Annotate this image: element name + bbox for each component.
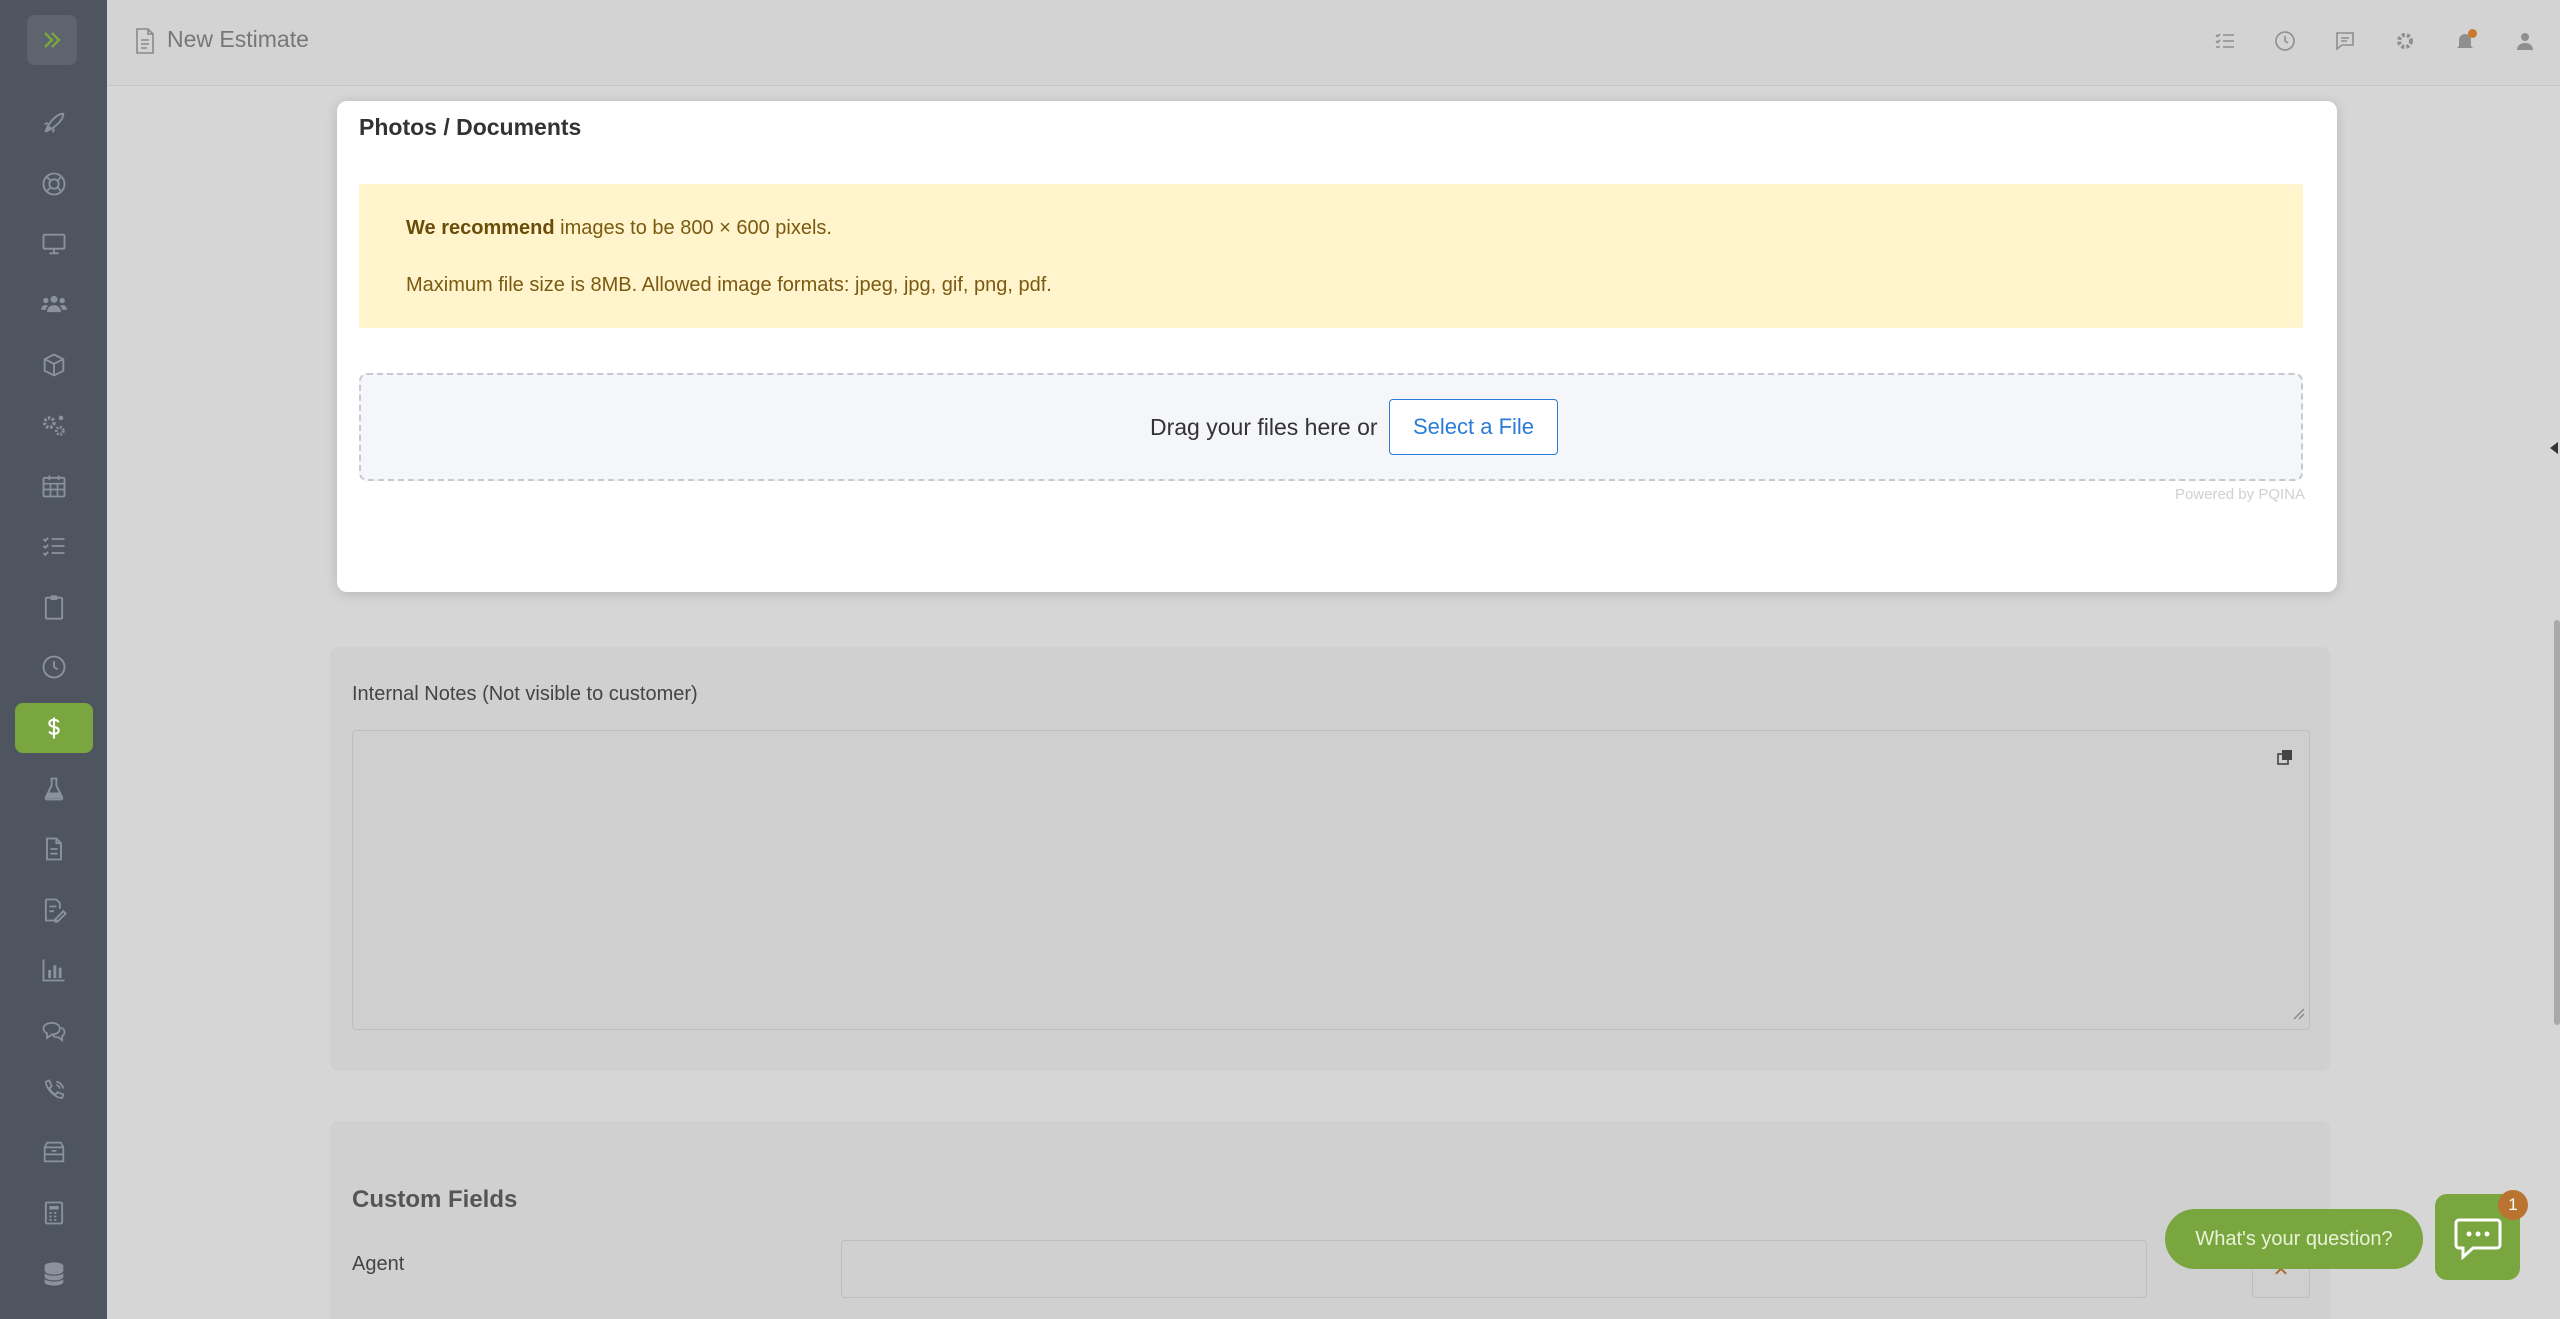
chat-unread-badge: 1 (2498, 1190, 2528, 1220)
sidebar-item-signature[interactable] (15, 885, 93, 935)
resize-handle-icon[interactable] (2291, 1006, 2305, 1025)
bell-icon[interactable] (2452, 28, 2478, 54)
sidebar-item-comments[interactable] (15, 1006, 93, 1056)
users-icon (41, 295, 67, 313)
double-chevron-right-icon (44, 32, 61, 48)
gears-icon (42, 415, 65, 436)
max-size-text: Maximum file size is 8MB. Allowed image … (406, 274, 1052, 296)
tasks-icon[interactable] (2212, 28, 2238, 54)
sidebar-item-flask[interactable] (15, 764, 93, 814)
file-drop-zone[interactable]: Drag your files here or Select a File (359, 373, 2303, 481)
gear-icon[interactable] (2392, 28, 2418, 54)
recommendation-bold: We recommend (406, 217, 555, 239)
sidebar-item-checklist[interactable] (15, 521, 93, 571)
sidebar-item-phone[interactable] (15, 1066, 93, 1116)
recommendation-text: We recommend images to be 800 × 600 pixe… (406, 217, 832, 240)
comments-icon (42, 1021, 66, 1043)
agent-label: Agent (352, 1253, 405, 1275)
clock-icon[interactable] (2272, 28, 2298, 54)
clipboard-icon (44, 595, 64, 620)
sidebar-item-rocket[interactable] (15, 98, 93, 148)
sidebar-item-archive[interactable] (15, 1127, 93, 1177)
sidebar (0, 0, 107, 1319)
custom-fields-title: Custom Fields (352, 1186, 518, 1213)
photos-documents-panel: Photos / Documents We recommend images t… (337, 101, 2337, 592)
image-recommendation-alert: We recommend images to be 800 × 600 pixe… (359, 184, 2303, 328)
internal-notes-label: Internal Notes (Not visible to customer) (352, 683, 698, 705)
chat-prompt-bubble[interactable]: What's your question? (2165, 1209, 2423, 1269)
lifebuoy-icon (42, 172, 66, 196)
document-icon (46, 837, 62, 861)
dollar-icon (48, 717, 60, 739)
top-bar: New Estimate (107, 0, 2560, 86)
sidebar-item-calendar[interactable] (15, 461, 93, 511)
drop-label: Drag your files here or (1150, 414, 1378, 440)
sidebar-expand-button[interactable] (27, 15, 77, 65)
clock-icon (42, 655, 66, 679)
notification-dot (2468, 29, 2477, 38)
sidebar-item-gears[interactable] (15, 400, 93, 450)
user-icon[interactable] (2512, 28, 2538, 54)
document-icon (133, 27, 157, 60)
box-icon (43, 353, 65, 377)
sidebar-item-lifebuoy[interactable] (15, 159, 93, 209)
collapse-arrow-icon[interactable] (2548, 438, 2560, 463)
powered-by-link[interactable]: Powered by PQINA (2175, 486, 2305, 503)
top-bar-actions (2212, 28, 2538, 54)
page-scrollbar[interactable] (2554, 620, 2560, 1025)
sidebar-item-monitor[interactable] (15, 219, 93, 269)
chat-icon[interactable] (2332, 28, 2358, 54)
phone-icon (44, 1079, 65, 1099)
panel-title: Photos / Documents (359, 114, 582, 140)
page-title: New Estimate (167, 26, 309, 52)
flask-icon (44, 777, 64, 801)
sidebar-item-reports[interactable] (15, 945, 93, 995)
sidebar-item-document[interactable] (15, 824, 93, 874)
agent-field[interactable] (841, 1240, 2147, 1298)
sidebar-item-database[interactable] (15, 1249, 93, 1299)
sidebar-item-clipboard[interactable] (15, 582, 93, 632)
sidebar-item-clock[interactable] (15, 642, 93, 692)
sidebar-item-users[interactable] (15, 279, 93, 329)
sidebar-item-calculator[interactable] (15, 1188, 93, 1238)
recommendation-rest: images to be 800 × 600 pixels. (554, 217, 832, 239)
rocket-icon (44, 112, 65, 133)
bar-chart-icon (42, 959, 65, 982)
select-file-button[interactable]: Select a File (1389, 399, 1558, 455)
calendar-icon (42, 475, 66, 498)
internal-notes-textarea[interactable] (352, 730, 2310, 1030)
calculator-icon (44, 1201, 64, 1225)
archive-icon (43, 1141, 65, 1163)
signature-icon (44, 898, 67, 923)
sidebar-item-estimates[interactable] (15, 703, 93, 753)
checklist-icon (42, 537, 65, 557)
database-icon (44, 1262, 64, 1286)
chat-bubble-icon (2454, 1218, 2501, 1260)
monitor-icon (42, 233, 66, 255)
sidebar-item-box[interactable] (15, 340, 93, 390)
expand-icon[interactable] (2275, 747, 2295, 772)
